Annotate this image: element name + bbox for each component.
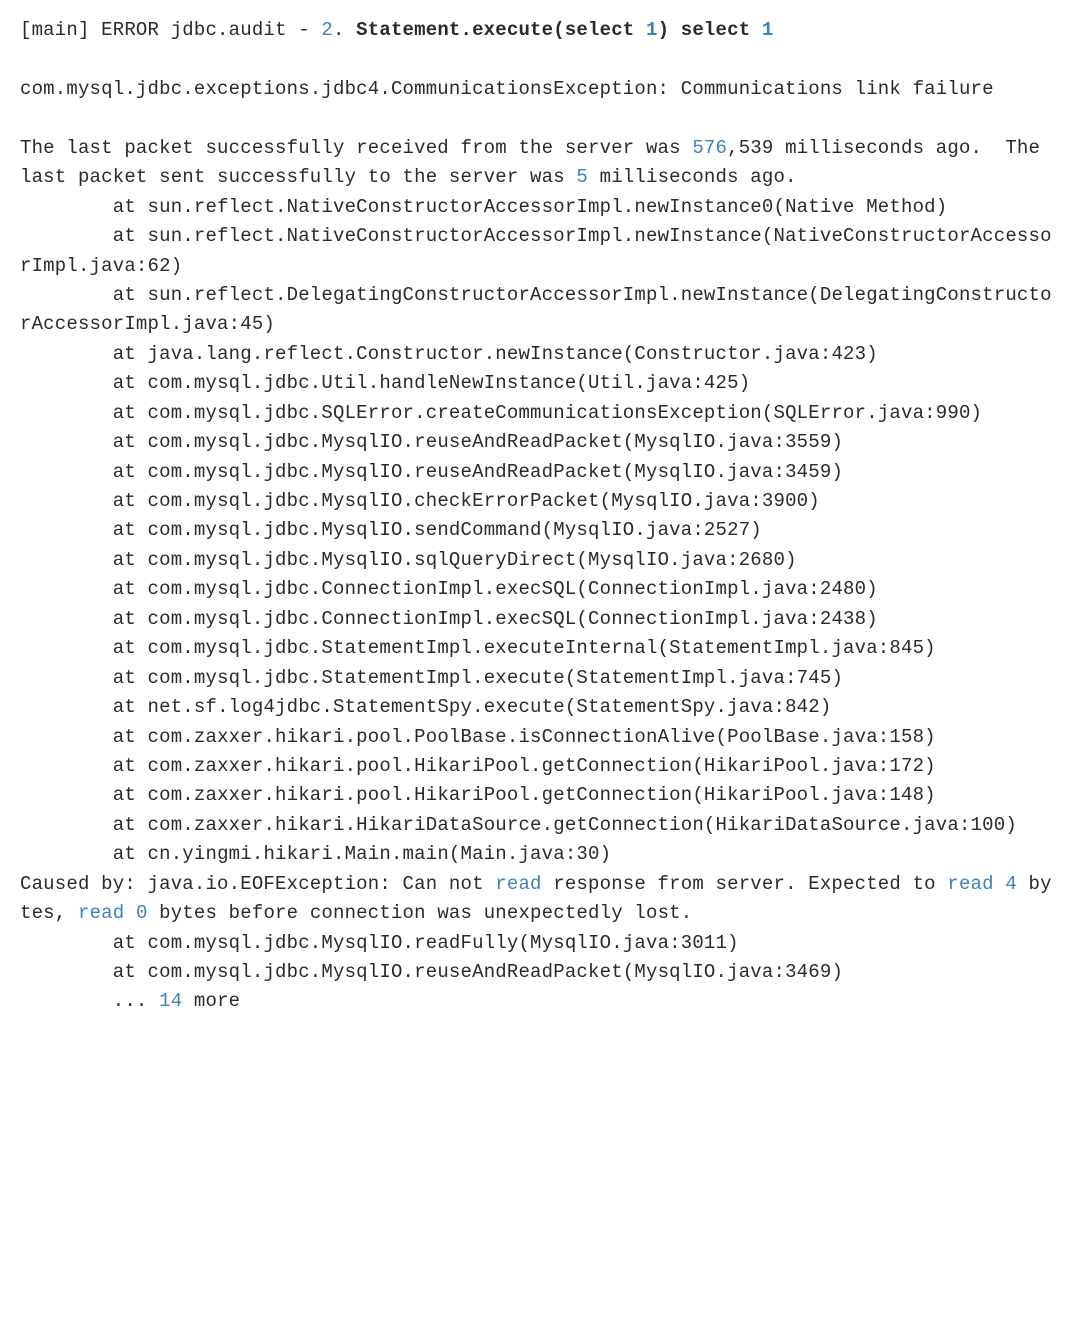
exception-line: com.mysql.jdbc.exceptions.jdbc4.Communic… bbox=[20, 78, 994, 100]
cause-stack-trace: at com.mysql.jdbc.MysqlIO.readFully(Mysq… bbox=[20, 932, 843, 983]
stack-trace: at sun.reflect.NativeConstructorAccessor… bbox=[20, 196, 1052, 866]
log-header-line: [main] ERROR jdbc.audit - 2. Statement.e… bbox=[20, 19, 774, 41]
log-output: [main] ERROR jdbc.audit - 2. Statement.e… bbox=[20, 16, 1060, 1017]
packet-info-line: The last packet successfully received fr… bbox=[20, 137, 1052, 188]
more-line: ... 14 more bbox=[20, 990, 240, 1012]
header-number: 2 bbox=[321, 19, 333, 41]
caused-by-line: Caused by: java.io.EOFException: Can not… bbox=[20, 873, 1052, 924]
